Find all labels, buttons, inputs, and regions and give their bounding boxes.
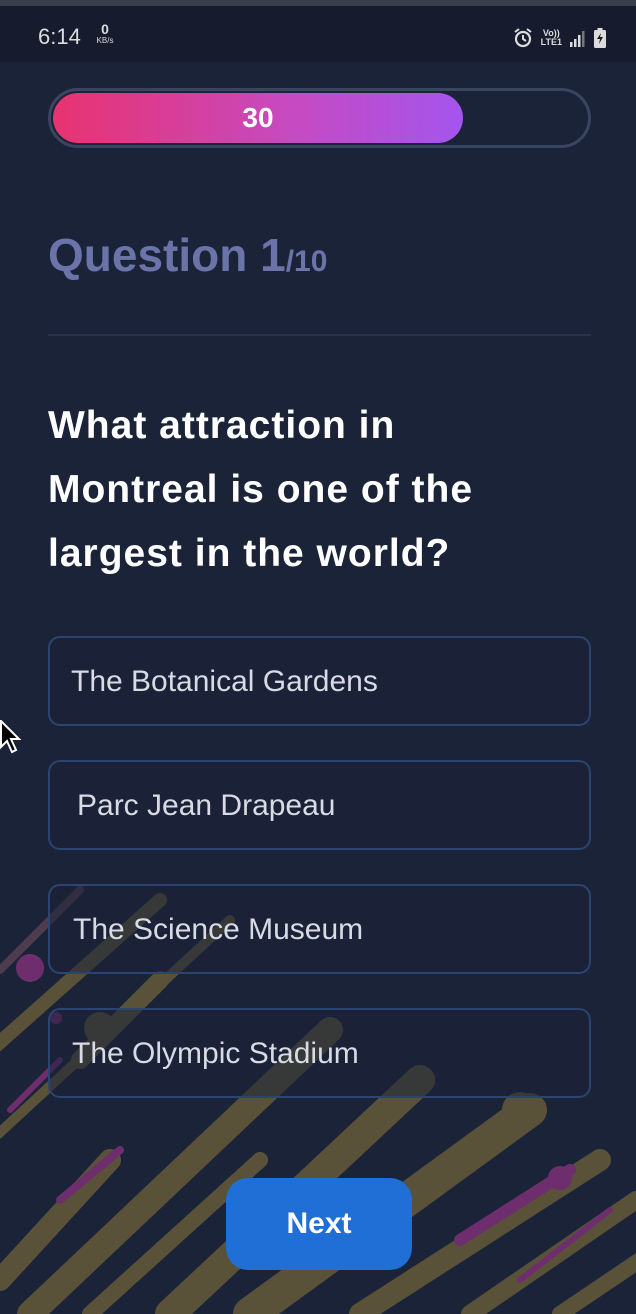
network-speed: 0 KB/s (92, 22, 118, 45)
status-bar: 6:14 0 KB/s Vo)) LTE1 (0, 0, 636, 62)
answer-option[interactable]: The Olympic Stadium (48, 1008, 591, 1098)
divider (48, 334, 591, 336)
answer-option[interactable]: The Science Museum (48, 884, 591, 974)
status-icons: Vo)) LTE1 (513, 26, 606, 50)
answer-option[interactable]: Parc Jean Drapeau (48, 760, 591, 850)
answer-option-label: The Science Museum (73, 913, 364, 946)
quiz-screen: 6:14 0 KB/s Vo)) LTE1 30 Question 1/10 W… (0, 0, 636, 1314)
volte-indicator: Vo)) LTE1 (541, 29, 562, 47)
answer-option-label: The Botanical Gardens (71, 665, 378, 698)
timer-value: 30 (242, 102, 274, 133)
signal-icon (570, 29, 586, 47)
question-text: What attraction in Montreal is one of th… (48, 404, 474, 575)
question-number: Question 1 (48, 229, 286, 281)
alarm-icon (513, 28, 533, 48)
network-speed-value: 0 (101, 21, 109, 37)
answer-option-label: The Olympic Stadium (72, 1037, 359, 1070)
status-time: 6:14 (38, 24, 81, 49)
answer-option-label: Parc Jean Drapeau (77, 789, 336, 822)
answer-option[interactable]: The Botanical Gardens (48, 636, 591, 726)
question-counter: Question 1/10 (48, 228, 327, 282)
lte-label: LTE1 (540, 37, 562, 47)
network-speed-unit: KB/s (96, 36, 114, 45)
next-button[interactable]: Next (226, 1178, 412, 1270)
timer-bar: 30 (48, 88, 591, 148)
question-total: /10 (285, 245, 328, 278)
battery-charging-icon (594, 28, 606, 48)
mouse-cursor-icon (0, 718, 22, 759)
